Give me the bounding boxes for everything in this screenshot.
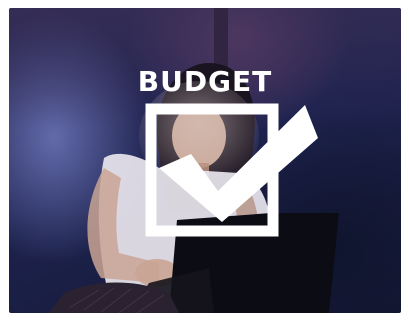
photo-frame: BUDGET xyxy=(9,8,401,313)
checkmark xyxy=(159,105,318,222)
checkbox-checked-icon xyxy=(145,103,318,237)
